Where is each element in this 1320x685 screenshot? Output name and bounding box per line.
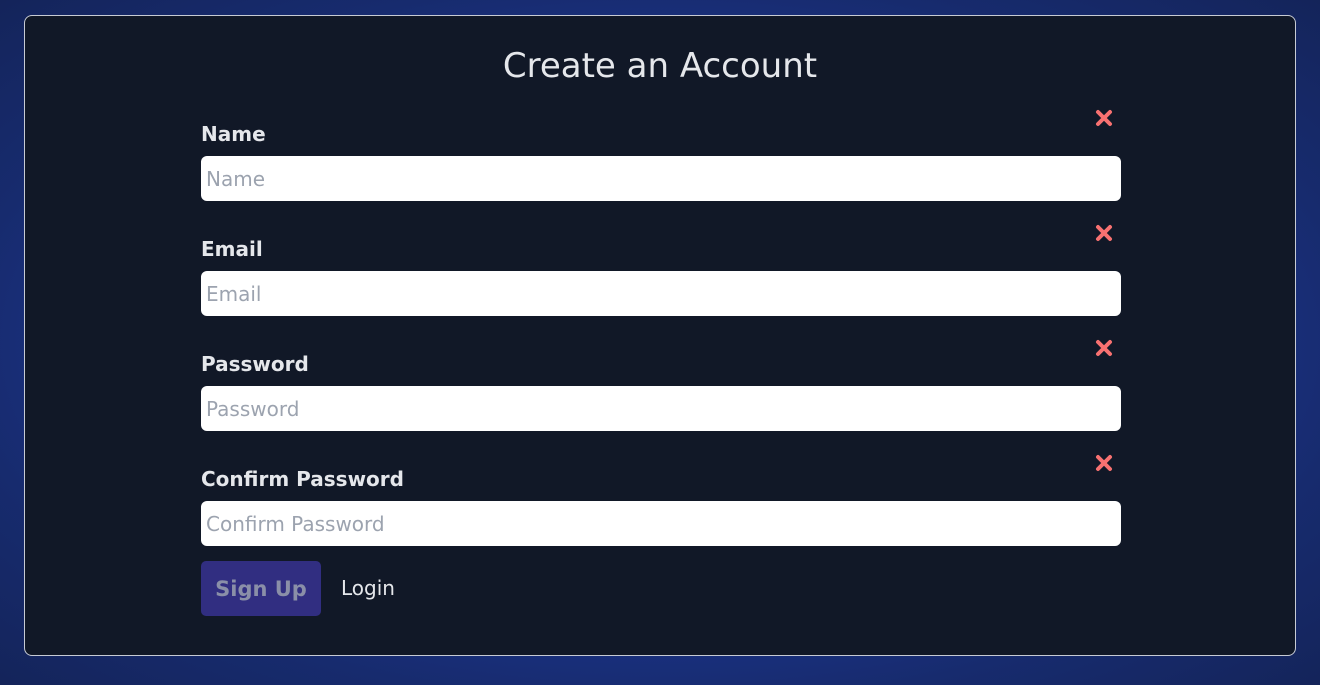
error-x-icon bbox=[1096, 455, 1112, 471]
sign-up-button[interactable]: Sign Up bbox=[201, 561, 321, 616]
email-label: Email bbox=[201, 237, 263, 261]
password-label: Password bbox=[201, 352, 309, 376]
email-input[interactable] bbox=[201, 271, 1121, 316]
error-x-icon bbox=[1096, 110, 1112, 126]
confirm-password-label: Confirm Password bbox=[201, 467, 404, 491]
confirm-password-input[interactable] bbox=[201, 501, 1121, 546]
error-x-icon bbox=[1096, 225, 1112, 241]
name-input[interactable] bbox=[201, 156, 1121, 201]
login-link[interactable]: Login bbox=[341, 574, 395, 602]
signup-card: Create an Account Name Email Password Co… bbox=[24, 15, 1296, 656]
password-input[interactable] bbox=[201, 386, 1121, 431]
error-x-icon bbox=[1096, 340, 1112, 356]
page-title: Create an Account bbox=[502, 46, 818, 86]
name-label: Name bbox=[201, 122, 266, 146]
